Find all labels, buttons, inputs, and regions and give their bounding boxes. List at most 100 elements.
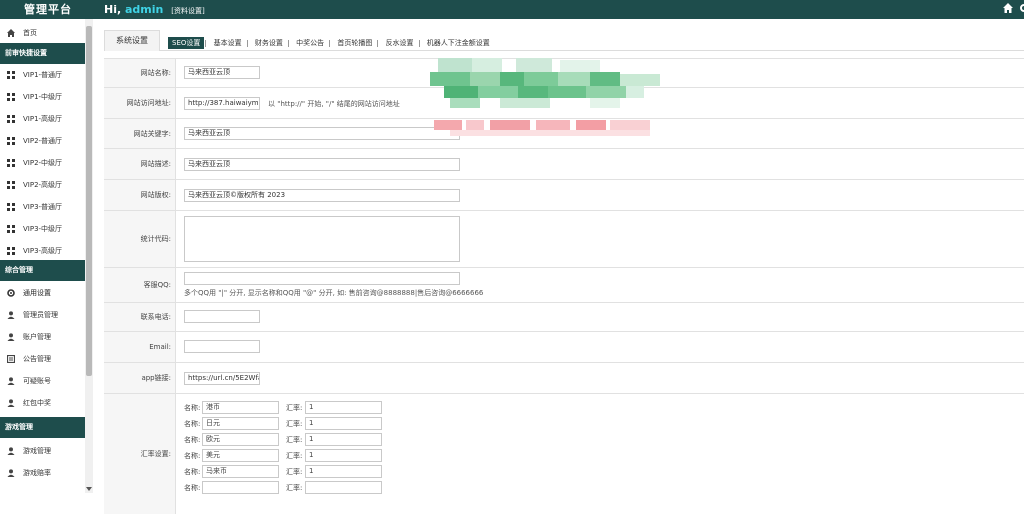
app-link-input[interactable]: https://url.cn/5E2WfaQ [184, 372, 260, 385]
row-qq: 客服QQ: 多个QQ用 "|" 分开, 显示名称和QQ用 "@" 分开, 如: … [104, 268, 1024, 303]
sidebar: 首页 前审快捷设置 VIP1-普通厅 VIP1-中级厅 VIP1-高级厅 VIP… [0, 19, 93, 493]
grid-icon [7, 115, 15, 123]
sidebar-item-vip2-normal[interactable]: VIP2-普通厅 [0, 130, 85, 152]
gear-icon [7, 289, 15, 297]
grid-icon [7, 247, 15, 255]
grid-icon [7, 93, 15, 101]
sidebar-item-admin-manage[interactable]: 管理员管理 [0, 304, 85, 326]
sidebar-scroll-thumb[interactable] [86, 26, 92, 376]
site-url-input[interactable]: http://387.haiwaiym12. [184, 97, 260, 110]
email-input[interactable] [184, 340, 260, 353]
sidebar-item-suspicious-accounts[interactable]: 可疑账号 [0, 370, 85, 392]
label-qq: 客服QQ: [104, 268, 176, 302]
sidebar-item-general-settings[interactable]: 通用设置 [0, 282, 85, 304]
sidebar-item-vip2-high[interactable]: VIP2-高级厅 [0, 174, 85, 196]
sidebar-item-vip1-normal[interactable]: VIP1-普通厅 [0, 64, 85, 86]
sidebar-item-label: VIP3-高级厅 [23, 247, 63, 255]
keywords-input[interactable]: 马来西亚云顶 [184, 127, 460, 140]
rate-name-label: 名称: [184, 484, 201, 492]
sidebar-item-vip3-mid[interactable]: VIP3-中级厅 [0, 218, 85, 240]
label-stats-code: 统计代码: [104, 211, 176, 267]
sidebar-item-red-packet[interactable]: 红包中奖 [0, 392, 85, 414]
sidebar-item-label: VIP3-普通厅 [23, 203, 63, 211]
user-icon [7, 447, 15, 455]
sidebar-item-game-odds[interactable]: 游戏赔率 [0, 462, 85, 484]
sidebar-item-home[interactable]: 首页 [0, 22, 85, 44]
row-email: Email: [104, 332, 1024, 363]
sidebar-item-label: VIP3-中级厅 [23, 225, 63, 233]
subtab-basic[interactable]: 基本设置 [210, 37, 246, 49]
rate-value-input[interactable]: 1 [305, 465, 382, 478]
rate-value-label: 汇率: [286, 436, 303, 444]
sidebar-section-general[interactable]: 综合管理 [0, 260, 85, 281]
redacted-mosaic [430, 58, 660, 136]
tab-bar: 系统设置 SEO设置 基本设置 财务设置 中奖公告 首页轮播图 反水设置 机器人… [104, 28, 1024, 51]
copyright-input[interactable]: 马来西亚云顶©版权所有 2023 [184, 189, 460, 202]
row-exchange-rate: 汇率设置: 名称: 港币 汇率: 1 名称: 日元 汇率: 1 名称: 欧元 汇… [104, 394, 1024, 514]
grid-icon [7, 225, 15, 233]
settings-icon[interactable] [1020, 4, 1024, 12]
subtab-rebate[interactable]: 反水设置 [382, 37, 418, 49]
rate-name-input[interactable]: 欧元 [202, 433, 279, 446]
site-url-hint: 以 "http://" 开始, "/" 结尾的网站访问地址 [268, 100, 400, 108]
subtab-carousel[interactable]: 首页轮播图 [333, 37, 376, 49]
sidebar-section-games[interactable]: 游戏管理 [0, 417, 85, 438]
tab-system-settings[interactable]: 系统设置 [104, 30, 160, 51]
label-site-url: 网站访问地址: [104, 88, 176, 118]
subtab-seo[interactable]: SEO设置 [168, 37, 205, 49]
sidebar-item-label: 首页 [23, 29, 37, 37]
row-phone: 联系电话: [104, 303, 1024, 332]
sidebar-item-vip2-mid[interactable]: VIP2-中级厅 [0, 152, 85, 174]
greeting-prefix: Hi, [104, 3, 125, 16]
rate-name-input[interactable]: 马来币 [202, 465, 279, 478]
rate-value-input[interactable] [305, 481, 382, 494]
rate-value-input[interactable]: 1 [305, 401, 382, 414]
sidebar-item-game-manage[interactable]: 游戏管理 [0, 440, 85, 462]
phone-input[interactable] [184, 310, 260, 323]
greeting: Hi, admin [资料设置] [104, 0, 205, 19]
divider [205, 39, 207, 47]
sidebar-section-quick[interactable]: 前审快捷设置 [0, 43, 85, 64]
home-icon [7, 29, 15, 37]
sidebar-item-vip3-high[interactable]: VIP3-高级厅 [0, 240, 85, 262]
sidebar-item-vip1-mid[interactable]: VIP1-中级厅 [0, 86, 85, 108]
site-name-input[interactable]: 马来西亚云顶 [184, 66, 260, 79]
notice-icon [7, 355, 15, 363]
qq-input[interactable] [184, 272, 460, 285]
sidebar-item-label: 管理员管理 [23, 311, 58, 319]
description-input[interactable]: 马来西亚云顶 [184, 158, 460, 171]
sidebar-item-label: VIP1-普通厅 [23, 71, 63, 79]
rate-name-label: 名称: [184, 420, 201, 428]
rate-name-input[interactable]: 日元 [202, 417, 279, 430]
sidebar-item-label: VIP1-中级厅 [23, 93, 63, 101]
rate-value-input[interactable]: 1 [305, 449, 382, 462]
sub-tabs: SEO设置 基本设置 财务设置 中奖公告 首页轮播图 反水设置 机器人下注金额设… [168, 37, 494, 49]
sidebar-item-label: 账户管理 [23, 333, 51, 341]
user-icon [7, 399, 15, 407]
label-email: Email: [104, 332, 176, 362]
sidebar-item-label: 游戏管理 [23, 447, 51, 455]
sidebar-item-notice-manage[interactable]: 公告管理 [0, 348, 85, 370]
rate-value-input[interactable]: 1 [305, 417, 382, 430]
subtab-finance[interactable]: 财务设置 [251, 37, 287, 49]
grid-icon [7, 71, 15, 79]
subtab-winning-notice[interactable]: 中奖公告 [292, 37, 328, 49]
grid-icon [7, 159, 15, 167]
profile-settings-link[interactable]: [资料设置] [171, 7, 204, 15]
rate-name-input[interactable]: 美元 [202, 449, 279, 462]
sidebar-item-vip3-normal[interactable]: VIP3-普通厅 [0, 196, 85, 218]
sidebar-item-label: VIP1-高级厅 [23, 115, 63, 123]
home-icon[interactable] [1002, 2, 1014, 14]
rate-name-input[interactable] [202, 481, 279, 494]
subtab-robot-bet[interactable]: 机器人下注金额设置 [423, 37, 494, 49]
brand-title: 管理平台 [24, 3, 72, 16]
user-icon [7, 377, 15, 385]
sidebar-item-vip1-high[interactable]: VIP1-高级厅 [0, 108, 85, 130]
rate-name-input[interactable]: 港币 [202, 401, 279, 414]
username: admin [125, 3, 164, 16]
user-icon [7, 333, 15, 341]
rate-value-input[interactable]: 1 [305, 433, 382, 446]
scroll-down-arrow-icon[interactable] [86, 486, 92, 492]
sidebar-item-account-manage[interactable]: 账户管理 [0, 326, 85, 348]
stats-code-textarea[interactable] [184, 216, 460, 262]
